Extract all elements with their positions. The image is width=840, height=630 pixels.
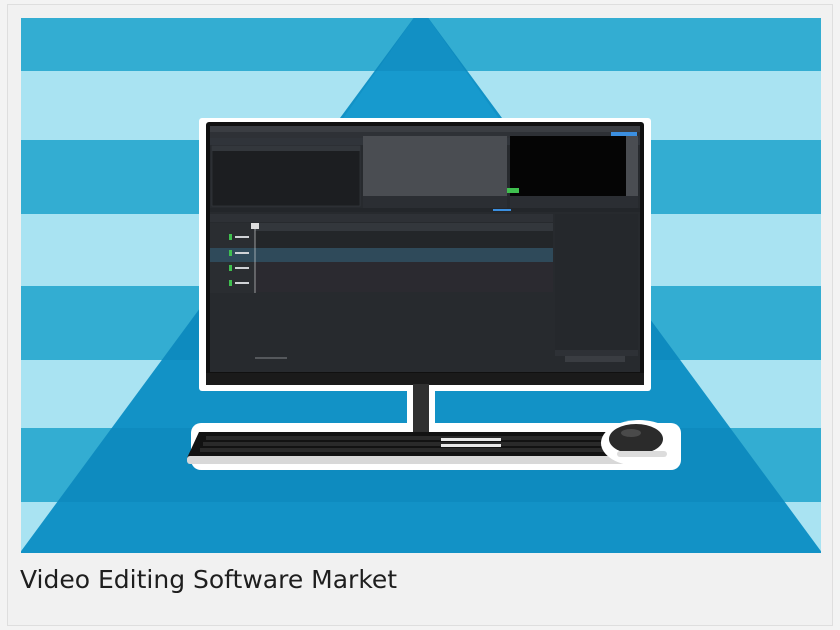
keyboard-icon [187, 432, 627, 464]
article-card[interactable]: Video Editing Software Market [7, 4, 833, 626]
card-caption[interactable]: Video Editing Software Market [20, 560, 397, 600]
mouse-icon [601, 420, 677, 466]
hero-illustration [21, 18, 821, 553]
